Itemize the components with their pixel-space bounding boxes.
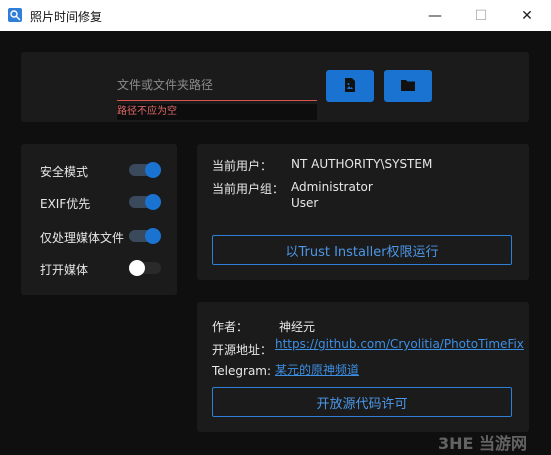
current-user-value: NT AUTHORITY\SYSTEM <box>291 157 433 171</box>
exif-first-toggle[interactable] <box>129 194 161 210</box>
select-folder-button[interactable] <box>384 70 432 102</box>
close-button[interactable]: ✕ <box>504 0 550 31</box>
author-value: 神经元 <box>279 320 316 334</box>
current-user-label: 当前用户： <box>212 159 273 173</box>
source-link[interactable]: https://github.com/Cryolitia/PhotoTimeFi… <box>275 337 524 351</box>
telegram-link[interactable]: 某元的原神频道 <box>275 361 359 378</box>
path-input[interactable] <box>117 70 317 101</box>
option-label-media-only: 仅处理媒体文件 <box>40 231 125 245</box>
media-only-toggle[interactable] <box>129 228 161 244</box>
user-group-label: 当前用户组： <box>212 182 285 196</box>
author-label: 作者： <box>212 320 249 334</box>
title-bar: 照片时间修复 — ☐ ✕ <box>0 0 551 31</box>
user-group-value-1: Administrator <box>291 180 373 194</box>
select-file-button[interactable] <box>326 70 374 102</box>
app-icon <box>8 8 22 22</box>
option-label-open-media: 打开媒体 <box>40 263 89 277</box>
user-info-panel: 当前用户： NT AUTHORITY\SYSTEM 当前用户组： Adminis… <box>197 144 529 280</box>
path-panel: 路径不应为空 <box>21 52 529 122</box>
source-label: 开源地址： <box>212 343 273 357</box>
telegram-label: Telegram: <box>212 364 272 378</box>
folder-icon <box>401 79 415 94</box>
watermark-logo: 3HE 当游网 <box>438 434 528 453</box>
path-error-text: 路径不应为空 <box>117 104 317 120</box>
safe-mode-toggle[interactable] <box>129 162 161 178</box>
minimize-button[interactable]: — <box>412 0 458 31</box>
maximize-button[interactable]: ☐ <box>458 0 504 31</box>
option-label-safe-mode: 安全模式 <box>40 165 89 179</box>
about-panel: 作者： 神经元 开源地址： https://github.com/Cryolit… <box>197 302 529 432</box>
run-as-trusted-installer-button[interactable]: 以Trust Installer权限运行 <box>212 235 512 265</box>
image-file-icon <box>344 77 356 95</box>
window-title: 照片时间修复 <box>30 10 103 24</box>
open-media-toggle[interactable] <box>129 260 161 276</box>
options-panel: 安全模式 EXIF优先 仅处理媒体文件 打开媒体 <box>21 144 177 295</box>
option-label-exif-first: EXIF优先 <box>40 197 91 211</box>
user-group-value-2: User <box>291 196 319 210</box>
open-source-license-button[interactable]: 开放源代码许可 <box>212 387 512 417</box>
